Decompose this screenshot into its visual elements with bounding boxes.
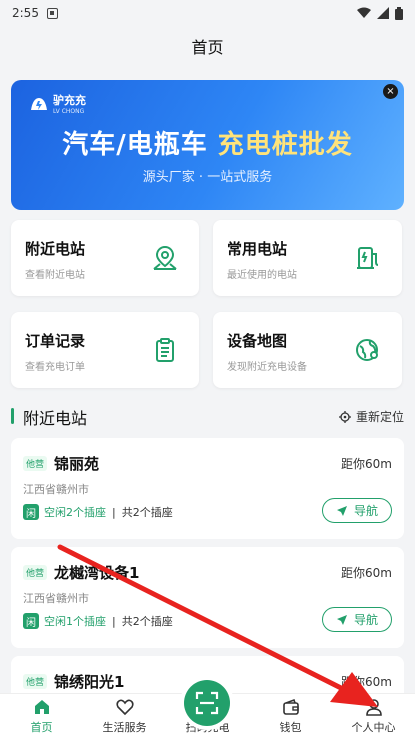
total-sockets: 共2个插座 [121, 506, 173, 519]
card-desc: 查看附近电站 [25, 270, 85, 281]
free-sockets: 空闲1个插座 [44, 615, 106, 628]
heart-icon [115, 699, 134, 716]
station-address: 江西省赣州市 [23, 483, 89, 496]
banner-headline: 汽车/电瓶车 充电桩批发 [11, 124, 404, 161]
brand-logo-subtext: LV CHONG [53, 108, 85, 115]
tab-label: 生活服务 [102, 721, 147, 734]
navigate-button[interactable]: 导航 [322, 607, 392, 632]
card-desc: 最近使用的电站 [227, 270, 297, 281]
card-nearby-stations[interactable]: 附近电站 查看附近电站 [11, 220, 199, 296]
clipboard-icon [156, 338, 174, 362]
globe-pin-icon [356, 339, 378, 361]
close-icon: × [386, 86, 395, 97]
tab-profile[interactable]: 个人中心 [332, 694, 415, 739]
card-title: 订单记录 [25, 332, 86, 350]
navigate-label: 导航 [353, 613, 378, 627]
tab-home[interactable]: 首页 [0, 694, 83, 739]
section-accent-bar [11, 408, 14, 424]
station-address: 江西省赣州市 [23, 592, 89, 605]
page-title: 首页 [191, 38, 224, 57]
scan-charge-button[interactable] [184, 680, 230, 726]
page-header: 首页 [0, 26, 415, 66]
brand-logo: 驴充充 LV CHONG [29, 92, 86, 115]
station-card[interactable]: 他营 锦丽苑 距你60m 江西省赣州市 闲 空闲2个插座 | 共2个插座 导航 [11, 438, 404, 539]
scan-icon [195, 691, 219, 715]
station-name: 龙樾湾设备1 [54, 564, 140, 582]
banner-headline-main: 汽车/电瓶车 [62, 130, 218, 160]
wifi-icon [357, 7, 371, 18]
station-availability: 闲 空闲2个插座 | 共2个插座 [23, 504, 173, 520]
card-title: 设备地图 [227, 332, 288, 350]
user-icon [365, 699, 382, 716]
brand-logo-icon [31, 97, 47, 110]
promo-banner[interactable]: 驴充充 LV CHONG × 汽车/电瓶车 充电桩批发 源头厂家 · 一站式服务 [11, 80, 404, 210]
brand-logo-text: 驴充充 [53, 94, 86, 107]
station-distance: 距你60m [341, 457, 392, 471]
divider: | [112, 505, 116, 519]
charger-icon [357, 247, 379, 269]
station-name: 锦绣阳光1 [54, 673, 125, 691]
station-type-badge: 他营 [23, 674, 48, 689]
banner-headline-highlight: 充电桩批发 [217, 130, 353, 160]
card-desc: 查看充电订单 [25, 362, 85, 373]
card-device-map[interactable]: 设备地图 发现附近充电设备 [213, 312, 402, 388]
locate-icon [338, 410, 351, 423]
card-title: 常用电站 [227, 240, 288, 258]
status-indicators [357, 6, 403, 20]
idle-badge: 闲 [23, 613, 39, 629]
tab-wallet[interactable]: 钱包 [249, 694, 332, 739]
nearby-section-header: 附近电站 重新定位 [11, 405, 404, 428]
battery-icon [395, 6, 403, 20]
home-icon [34, 700, 49, 714]
station-card[interactable]: 他营 龙樾湾设备1 距你60m 江西省赣州市 闲 空闲1个插座 | 共2个插座 … [11, 547, 404, 648]
navigation-arrow-icon [336, 505, 347, 516]
tab-life-services[interactable]: 生活服务 [83, 694, 166, 739]
station-type-badge: 他营 [23, 456, 48, 471]
station-distance: 距你60m [341, 675, 392, 689]
divider: | [112, 614, 116, 628]
relocate-button[interactable]: 重新定位 [338, 408, 404, 425]
notification-icon [46, 7, 58, 19]
total-sockets: 共2个插座 [121, 615, 173, 628]
free-sockets: 空闲2个插座 [44, 506, 106, 519]
card-frequent-stations[interactable]: 常用电站 最近使用的电站 [213, 220, 402, 296]
station-distance: 距你60m [341, 566, 392, 580]
status-time: 2:55 [12, 6, 39, 20]
banner-close-button[interactable]: × [383, 84, 398, 99]
tab-label: 个人中心 [351, 721, 396, 734]
wallet-icon [282, 698, 299, 715]
card-title: 附近电站 [25, 240, 86, 258]
tab-label: 钱包 [279, 721, 302, 734]
status-bar: 2:55 [0, 0, 415, 26]
idle-badge: 闲 [23, 504, 39, 520]
card-desc: 发现附近充电设备 [227, 362, 307, 373]
tab-label: 首页 [30, 721, 53, 734]
relocate-label: 重新定位 [355, 410, 404, 424]
signal-icon [377, 7, 389, 19]
section-title: 附近电站 [23, 409, 88, 428]
map-pin-icon [153, 245, 177, 270]
banner-tagline: 源头厂家 · 一站式服务 [142, 170, 273, 185]
card-order-records[interactable]: 订单记录 查看充电订单 [11, 312, 199, 388]
navigate-label: 导航 [353, 504, 378, 518]
navigation-arrow-icon [336, 614, 347, 625]
navigate-button[interactable]: 导航 [322, 498, 392, 523]
station-name: 锦丽苑 [54, 455, 100, 473]
station-availability: 闲 空闲1个插座 | 共2个插座 [23, 613, 173, 629]
station-type-badge: 他营 [23, 565, 48, 580]
